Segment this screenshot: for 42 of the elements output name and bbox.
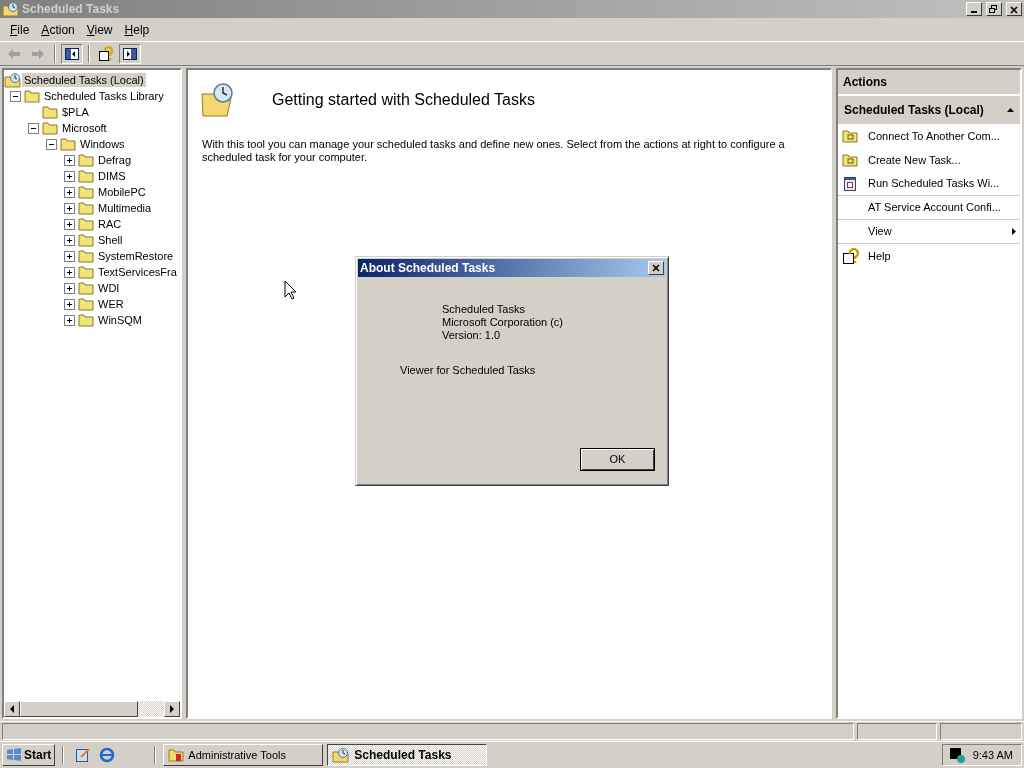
menu-item[interactable]: Action	[35, 18, 81, 41]
task-pane-link[interactable]: View	[838, 220, 1020, 244]
task-pane-link[interactable]: Run Scheduled Tasks Wi...	[838, 172, 1020, 196]
ok-button[interactable]: OK	[580, 448, 655, 471]
menu-item[interactable]: Help	[118, 18, 156, 41]
tree-item[interactable]: Defrag	[96, 153, 134, 167]
tree-item[interactable]: TextServicesFra	[96, 265, 179, 279]
about-text: Microsoft Corporation (c)	[442, 316, 565, 329]
tree-item[interactable]: WinSQM	[96, 313, 144, 327]
tree-item[interactable]: MobilePC	[96, 185, 148, 199]
tree-item[interactable]: RAC	[96, 217, 124, 231]
dialog-title: About Scheduled Tasks	[360, 260, 497, 277]
actions-section-header[interactable]: Scheduled Tasks (Local)	[838, 96, 1020, 124]
taskbar-button[interactable]: Administrative Tools	[163, 744, 324, 766]
menu-item[interactable]: File	[4, 18, 36, 41]
taskbar-button[interactable]: Scheduled Tasks	[327, 744, 488, 766]
tree-item[interactable]: Shell	[96, 233, 125, 247]
tree-item[interactable]: DIMS	[96, 169, 128, 183]
section-title: Scheduled Tasks (Local)	[844, 102, 984, 119]
about-text: Version: 1.0	[442, 329, 502, 342]
about-text: Scheduled Tasks	[442, 303, 526, 316]
tree-item[interactable]: Scheduled Tasks Library	[42, 89, 166, 103]
task-pane-link[interactable]: Create New Task...	[838, 148, 1020, 172]
tree-item[interactable]: Multimedia	[96, 201, 154, 215]
tree-item[interactable]: SystemRestore	[96, 249, 176, 263]
tree-item[interactable]: WDI	[96, 281, 122, 295]
dialog-description: Viewer for Scheduled Tasks	[400, 364, 537, 377]
clock: 9:43 AM	[972, 747, 1013, 763]
menu-item[interactable]: View	[80, 18, 119, 41]
content-heading: Getting started with Scheduled Tasks	[272, 90, 535, 110]
tree-item[interactable]: Scheduled Tasks (Local)	[22, 73, 146, 87]
content-description: With this tool you can manage your scheduled tasks and define new ones. Select from the actions at right to configure a scheduled task for your computer.	[201, 137, 786, 165]
start-button[interactable]: Start	[2, 744, 56, 766]
task-pane-link[interactable]: Connect To Another Com...	[838, 124, 1020, 148]
tree-item[interactable]: Windows	[78, 137, 127, 151]
tree-item[interactable]: $PLA	[60, 105, 91, 119]
tree-item[interactable]: WER	[96, 297, 126, 311]
task-pane-link[interactable]: AT Service Account Confi...	[838, 196, 1020, 220]
tree-item[interactable]: Microsoft	[60, 121, 109, 135]
task-pane-link[interactable]: Help	[838, 244, 1020, 268]
window-title: Scheduled Tasks	[22, 1, 121, 18]
actions-header: Actions	[838, 70, 1020, 96]
